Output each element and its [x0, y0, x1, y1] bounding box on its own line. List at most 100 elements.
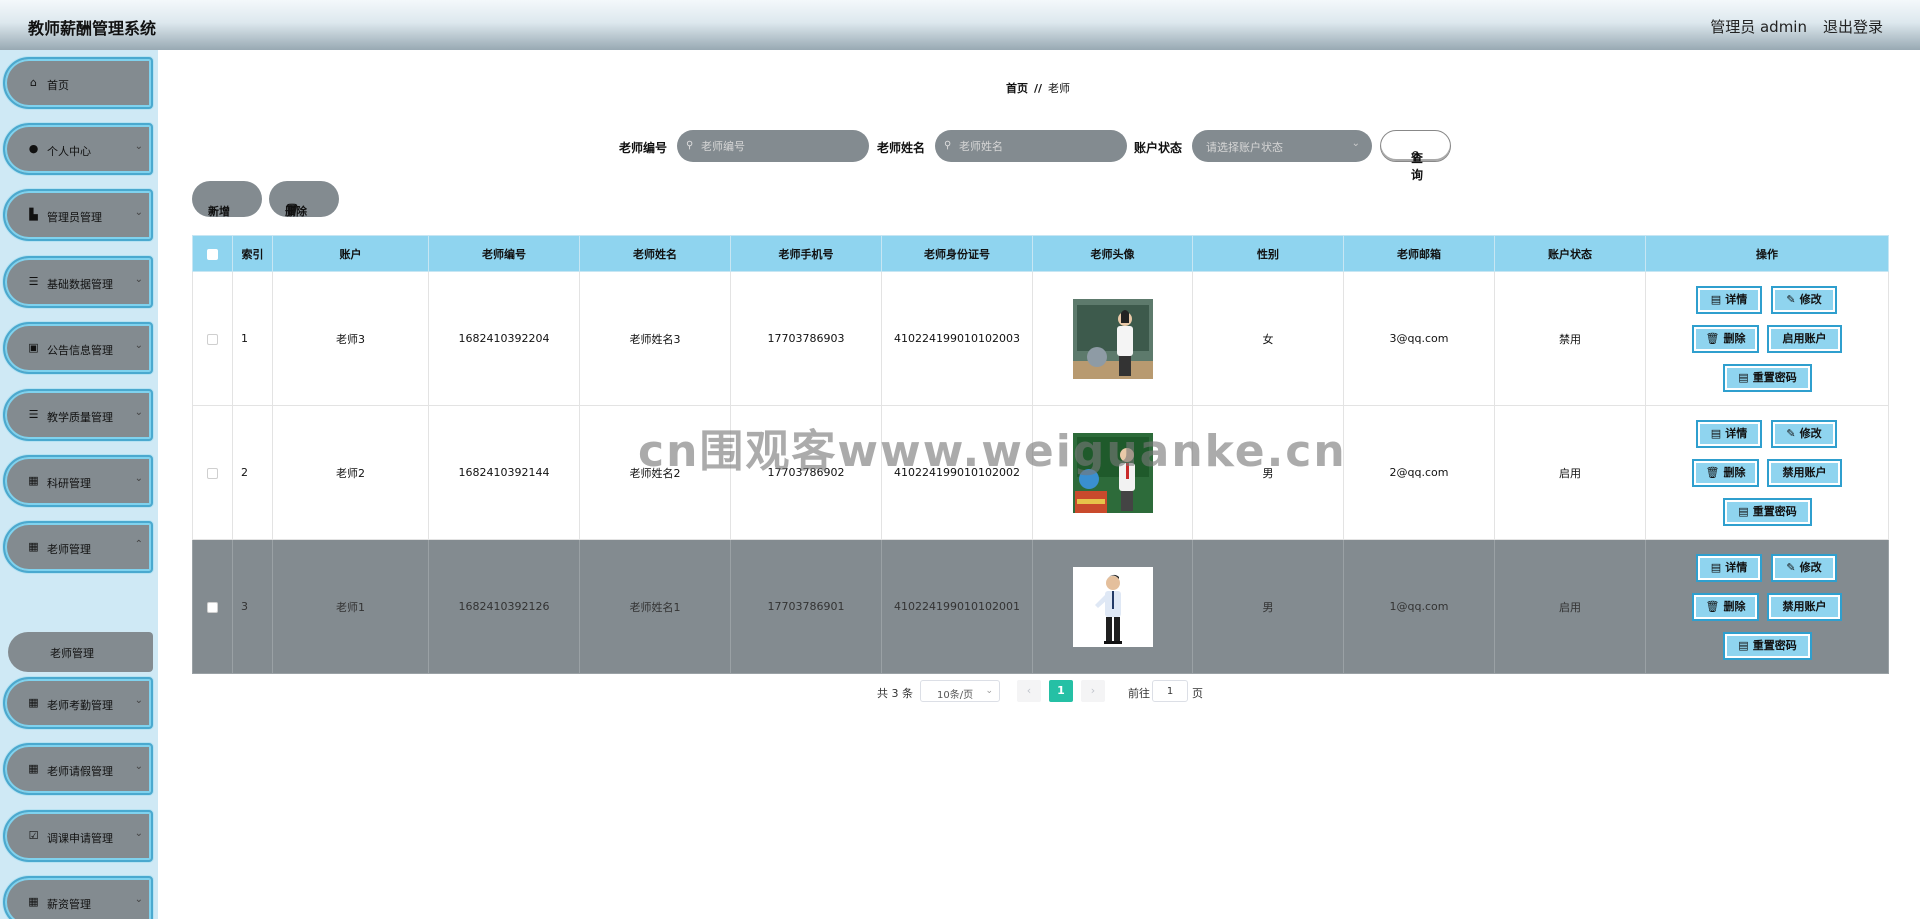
column-header-id-card: 老师身份证号: [881, 235, 1033, 272]
sidebar-item-salary[interactable]: ▦ 薪资管理 ⌄: [3, 876, 153, 919]
cell-phone: 17703786901: [730, 539, 882, 674]
row-checkbox[interactable]: [192, 271, 233, 406]
breadcrumb: 首页 // 老师: [1006, 80, 1070, 96]
breadcrumb-home[interactable]: 首页: [1006, 82, 1028, 95]
cell-index: 3: [232, 539, 273, 674]
delete-button-label: 删除: [1723, 600, 1746, 613]
list-icon: ☰: [28, 275, 39, 288]
detail-button-label: 详情: [1725, 293, 1748, 306]
cell-status: 禁用: [1494, 271, 1646, 406]
sidebar-subitem-teacher-management[interactable]: 老师管理: [8, 632, 153, 672]
delete-button-label: 删除: [1723, 332, 1746, 345]
detail-button[interactable]: ▤ 详情: [1696, 286, 1762, 314]
check-icon: ☑: [28, 829, 39, 842]
detail-button-label: 详情: [1725, 561, 1748, 574]
sidebar-item-attendance[interactable]: ▦ 老师考勤管理 ⌄: [3, 677, 153, 729]
reset-password-label: 重置密码: [1752, 639, 1797, 652]
sidebar-item-label: 老师请假管理: [47, 765, 113, 778]
cell-account: 老师2: [272, 405, 429, 540]
account-status-select[interactable]: 请选择账户状态 ⌄: [1192, 130, 1372, 162]
sidebar-item-basic-data[interactable]: ☰ 基础数据管理 ⌄: [3, 256, 153, 308]
teacher-avatar-image[interactable]: [1072, 566, 1153, 647]
sidebar-item-personal-center[interactable]: ● 个人中心 ⌄: [3, 123, 153, 175]
detail-button[interactable]: ▤ 详情: [1696, 420, 1762, 448]
cell-teacher-name: 老师姓名1: [579, 539, 731, 674]
teacher-no-label: 老师编号: [619, 141, 668, 155]
edit-button[interactable]: ✎ 修改: [1771, 286, 1837, 314]
sidebar-item-admin-management[interactable]: ▙ 管理员管理 ⌄: [3, 189, 153, 241]
detail-button[interactable]: ▤ 详情: [1696, 554, 1762, 582]
clipboard-icon: ▣: [28, 341, 39, 354]
row-checkbox[interactable]: [192, 539, 233, 674]
search-icon: ⚲: [686, 140, 694, 151]
prev-page-button[interactable]: ‹: [1017, 680, 1041, 702]
sidebar-item-label: 老师考勤管理: [47, 699, 113, 712]
grid-icon: ▦: [28, 696, 39, 709]
chevron-down-icon: ⌄: [134, 761, 143, 772]
reset-password-button[interactable]: ▤ 重置密码: [1723, 632, 1812, 660]
goto-page-input[interactable]: [1152, 680, 1188, 702]
column-header-teacher-name: 老师姓名: [579, 235, 731, 272]
sidebar-item-research[interactable]: ▦ 科研管理 ⌄: [3, 455, 153, 507]
batch-delete-button[interactable]: 🗑 删除: [269, 181, 339, 218]
reset-password-button[interactable]: ▤ 重置密码: [1723, 364, 1812, 392]
teacher-no-input[interactable]: [677, 130, 869, 162]
query-button[interactable]: 查询 ⚲: [1380, 130, 1451, 182]
chart-icon: ▙: [29, 208, 38, 221]
toggle-account-button[interactable]: 禁用账户: [1767, 459, 1842, 487]
sidebar-item-teacher-management[interactable]: ▦ 老师管理 ⌃: [3, 521, 153, 573]
sidebar-item-notices[interactable]: ▣ 公告信息管理 ⌄: [3, 322, 153, 374]
user-icon: ●: [28, 142, 39, 155]
delete-button[interactable]: 🗑 删除: [1692, 325, 1759, 353]
trash-icon: 🗑: [1705, 466, 1720, 479]
list-icon: ☰: [28, 408, 39, 421]
search-icon: ⚲: [1411, 149, 1420, 163]
page-size-value: 10条/页: [937, 690, 974, 701]
column-header-gender: 性别: [1192, 235, 1344, 272]
sidebar-item-home[interactable]: ⌂ 首页: [3, 57, 153, 109]
document-icon: ▤: [1738, 639, 1749, 652]
breadcrumb-current: 老师: [1048, 82, 1071, 95]
cell-id-card: 410224199010102003: [881, 271, 1033, 406]
page-number-current[interactable]: 1: [1049, 680, 1073, 702]
select-all-checkbox[interactable]: [192, 235, 233, 272]
cell-gender: 女: [1192, 271, 1344, 406]
edit-button-label: 修改: [1799, 293, 1822, 306]
delete-button[interactable]: 🗑 删除: [1692, 593, 1759, 621]
delete-button[interactable]: 🗑 删除: [1692, 459, 1759, 487]
grid-icon: ▦: [28, 762, 39, 775]
column-header-avatar: 老师头像: [1032, 235, 1193, 272]
toggle-account-button[interactable]: 禁用账户: [1767, 593, 1842, 621]
next-page-button[interactable]: ›: [1081, 680, 1105, 702]
pencil-icon: ✎: [1786, 293, 1796, 306]
chevron-down-icon: ⌄: [134, 274, 143, 285]
edit-button[interactable]: ✎ 修改: [1771, 554, 1837, 582]
edit-button-label: 修改: [1799, 561, 1822, 574]
current-user-label: 管理员 admin: [1710, 18, 1807, 36]
sidebar-item-teaching-quality[interactable]: ☰ 教学质量管理 ⌄: [3, 389, 153, 441]
add-button[interactable]: + 新增: [192, 181, 262, 218]
teacher-name-input[interactable]: [935, 130, 1127, 162]
cell-avatar: [1032, 271, 1193, 406]
row-checkbox[interactable]: [192, 405, 233, 540]
cell-id-card: 410224199010102001: [881, 539, 1033, 674]
reset-password-button[interactable]: ▤ 重置密码: [1723, 498, 1812, 526]
chevron-down-icon: ⌄: [134, 407, 143, 418]
logout-link[interactable]: 退出登录: [1823, 16, 1883, 37]
toggle-account-button[interactable]: 启用账户: [1767, 325, 1842, 353]
page-size-select[interactable]: 10条/页 ⌄: [920, 680, 1000, 702]
checkbox-icon: [207, 333, 218, 345]
toggle-account-label: 禁用账户: [1782, 466, 1827, 479]
sidebar-item-leave[interactable]: ▦ 老师请假管理 ⌄: [3, 743, 153, 795]
cell-teacher-no: 1682410392204: [428, 271, 580, 406]
edit-button[interactable]: ✎ 修改: [1771, 420, 1837, 448]
chevron-down-icon: ⌄: [134, 695, 143, 706]
sidebar-item-course-adjust[interactable]: ☑ 调课申请管理 ⌄: [3, 810, 153, 862]
cell-actions: ▤ 详情 ✎ 修改 🗑 删除 禁用账户 ▤ 重置密码: [1645, 405, 1889, 540]
add-button-label: 新增: [208, 205, 230, 218]
column-header-index: 索引: [232, 235, 273, 272]
table-icon: ▦: [28, 540, 39, 553]
document-icon: ▤: [1738, 371, 1749, 384]
teacher-avatar-image[interactable]: [1072, 298, 1153, 379]
checkbox-icon: [207, 248, 218, 260]
